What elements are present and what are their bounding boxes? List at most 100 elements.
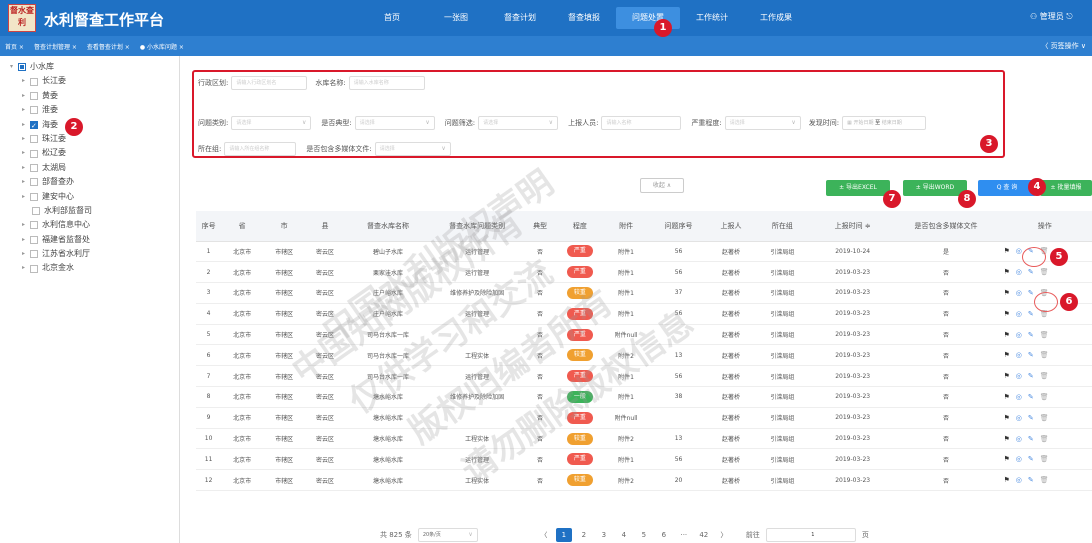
tree-item-huangwei[interactable]: ▸ 黄委	[10, 89, 179, 103]
reservoir-input[interactable]: 请输入水库名称	[348, 76, 425, 90]
tree-item-jianan[interactable]: ▸ 建安中心	[10, 190, 179, 204]
user-menu[interactable]: ⚇ 管理员 ⎋	[1030, 11, 1073, 22]
collapse-button[interactable]: 收起 ∧	[640, 178, 684, 193]
table-row[interactable]: 11 北京市 市辖区 密云区 塘水峪水库 运行管理否严重 附件1 56 赵著桥 引滦局组 2019-…	[196, 448, 1092, 471]
tab-operations[interactable]: 〈 页签操作 ∨	[1041, 41, 1086, 51]
expand-arrow-icon[interactable]: ▸	[22, 161, 30, 175]
tab-plan-view[interactable]: 查看督查计划 ×	[82, 42, 135, 51]
table-row[interactable]: 7 北京市 市辖区 密云区 司马台水库一库 运行管理否严重 附件1 56 赵著桥 引滦局组 2019…	[196, 365, 1092, 388]
page-2[interactable]: 2	[576, 528, 592, 542]
tree-item-changjiang[interactable]: ▸ 长江委	[10, 74, 179, 88]
tree-checkbox[interactable]	[30, 235, 38, 244]
table-row[interactable]: 2 北京市 市辖区 密云区 栗家洼水库 运行管理否严重 附件1 56 赵著桥 引滦局组 2019-0…	[196, 261, 1092, 284]
table-row[interactable]: 6 北京市 市辖区 密云区 司马台水库一库 工程实体否较重 附件2 13 赵著桥 引滦局组 2019…	[196, 344, 1092, 367]
page-1[interactable]: 1	[555, 528, 572, 542]
region-input[interactable]: 请输入行政区划名	[231, 76, 308, 90]
date-end[interactable]: 结束日期	[882, 120, 902, 126]
delete-icon[interactable]: 🗑	[1040, 351, 1049, 359]
view-icon[interactable]: ◎	[1016, 247, 1022, 255]
tree-checkbox[interactable]	[30, 221, 38, 230]
date-start[interactable]: 开始日期	[853, 120, 873, 126]
tree-checkbox[interactable]	[30, 250, 38, 259]
page-3[interactable]: 3	[596, 528, 612, 542]
screen-select[interactable]: 请选择	[478, 116, 559, 130]
batch-report-button[interactable]: ± 批量填报	[1040, 180, 1092, 196]
nav-report[interactable]: 督查填报	[552, 0, 616, 36]
tree-checkbox[interactable]	[30, 135, 38, 144]
edit-icon[interactable]: ✎	[1028, 289, 1034, 297]
view-icon[interactable]: ◎	[1016, 435, 1022, 443]
tree-checkbox[interactable]	[30, 192, 38, 201]
table-row[interactable]: 8 北京市 市辖区 密云区 塘水峪水库 维修养护及除险加固否一般 附件1 38 赵著桥 引滦局组 2…	[196, 386, 1092, 408]
edit-icon[interactable]: ✎	[1028, 435, 1034, 443]
flag-icon[interactable]: ⚑	[1003, 247, 1009, 255]
expand-arrow-icon[interactable]: ▸	[22, 218, 30, 232]
tree-item-huaiwei[interactable]: ▸ 淮委	[10, 103, 179, 117]
tree-item-taihu[interactable]: ▸ 太湖局	[10, 161, 179, 175]
expand-arrow-icon[interactable]: ▸	[22, 103, 30, 117]
tree-checkbox[interactable]	[30, 178, 38, 187]
view-icon[interactable]: ◎	[1016, 289, 1022, 297]
flag-icon[interactable]: ⚑	[1003, 372, 1009, 380]
typical-select[interactable]: 请选择	[354, 116, 435, 130]
view-icon[interactable]: ◎	[1016, 268, 1022, 276]
expand-arrow-icon[interactable]: ▸	[22, 175, 30, 189]
flag-icon[interactable]: ⚑	[1003, 414, 1009, 422]
delete-icon[interactable]: 🗑	[1040, 476, 1049, 484]
tree-checkbox[interactable]	[30, 91, 38, 100]
nav-map[interactable]: 一张图	[424, 0, 488, 36]
flag-icon[interactable]: ⚑	[1003, 435, 1009, 443]
expand-arrow-icon[interactable]: ▸	[22, 74, 30, 88]
edit-icon[interactable]: ✎	[1028, 414, 1034, 422]
page-5[interactable]: 5	[636, 528, 652, 542]
reporter-input[interactable]: 请输入名称	[601, 116, 682, 130]
delete-icon[interactable]: 🗑	[1040, 414, 1049, 422]
edit-icon[interactable]: ✎	[1028, 268, 1034, 276]
tree-checkbox[interactable]	[30, 119, 38, 133]
view-icon[interactable]: ◎	[1016, 414, 1022, 422]
page-size-select[interactable]: 20条/页	[417, 528, 478, 542]
flag-icon[interactable]: ⚑	[1003, 331, 1009, 339]
next-page-button[interactable]: 〉	[716, 528, 732, 542]
media-select[interactable]: 请选择	[374, 142, 451, 156]
edit-icon[interactable]: ✎	[1028, 351, 1034, 359]
export-word-button[interactable]: ± 导出WORD	[903, 180, 967, 196]
view-icon[interactable]: ◎	[1016, 455, 1022, 463]
table-row[interactable]: 9 北京市 市辖区 密云区 塘水峪水库否严重 附件null 赵著桥 引滦局组 2019-03-2…	[196, 407, 1092, 429]
edit-icon[interactable]: ✎	[1028, 476, 1034, 484]
edit-icon[interactable]: ✎	[1028, 393, 1034, 401]
table-row[interactable]: 4 北京市 市辖区 密云区 庄户峪水库 运行管理否严重 附件1 56 赵著桥 引滦局组 2019-0…	[196, 303, 1092, 325]
flag-icon[interactable]: ⚑	[1003, 289, 1009, 297]
flag-icon[interactable]: ⚑	[1003, 455, 1009, 463]
nav-statistics[interactable]: 工作统计	[680, 0, 744, 36]
tree-item-fujian[interactable]: ▸ 福建省监督处	[10, 233, 179, 247]
flag-icon[interactable]: ⚑	[1003, 351, 1009, 359]
goto-page-input[interactable]: 1	[765, 528, 856, 542]
delete-icon[interactable]: 🗑	[1040, 372, 1049, 380]
group-input[interactable]: 请输入所在组名称	[224, 142, 297, 156]
view-icon[interactable]: ◎	[1016, 331, 1022, 339]
edit-icon[interactable]: ✎	[1028, 455, 1034, 463]
expand-arrow-icon[interactable]: ▸	[22, 247, 30, 261]
table-row[interactable]: 12 北京市 市辖区 密云区 塘水峪水库 工程实体否较重 附件2 20 赵著桥 引滦局组 2019-…	[196, 469, 1092, 492]
delete-icon[interactable]: 🗑	[1040, 268, 1049, 276]
view-icon[interactable]: ◎	[1016, 476, 1022, 484]
page-42[interactable]: 42	[696, 528, 712, 542]
tree-checkbox[interactable]	[30, 149, 38, 158]
expand-arrow-icon[interactable]: ▸	[22, 261, 30, 275]
expand-arrow-icon[interactable]: ▸	[22, 118, 30, 132]
tree-checkbox[interactable]	[30, 163, 38, 172]
tab-plan-manage[interactable]: 督查计划管理 ×	[29, 42, 82, 51]
tree-item-haiwei[interactable]: ▸ 海委	[10, 118, 179, 133]
tree-item-xinxi[interactable]: ▸ 水利信息中心	[10, 218, 179, 232]
date-range-picker[interactable]: ▦ 开始日期 至 结束日期	[842, 116, 927, 130]
expand-arrow-icon[interactable]: ▸	[22, 89, 30, 103]
flag-icon[interactable]: ⚑	[1003, 268, 1009, 276]
tree-checkbox[interactable]	[18, 63, 26, 72]
severity-select[interactable]: 请选择	[724, 116, 801, 130]
view-icon[interactable]: ◎	[1016, 351, 1022, 359]
nav-home[interactable]: 首页	[360, 0, 424, 36]
flag-icon[interactable]: ⚑	[1003, 393, 1009, 401]
view-icon[interactable]: ◎	[1016, 393, 1022, 401]
prev-page-button[interactable]: 〈	[536, 528, 552, 542]
